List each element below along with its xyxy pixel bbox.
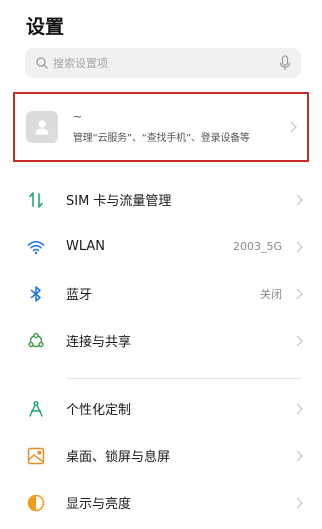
search-input[interactable] xyxy=(53,56,263,70)
display-brightness-icon xyxy=(27,494,45,512)
account-name: ~ xyxy=(73,109,83,123)
settings-item-sim-data[interactable]: SIM 卡与流量管理 xyxy=(0,176,322,223)
home-lockscreen-icon xyxy=(27,447,45,465)
settings-item-label: 桌面、锁屏与息屏 xyxy=(66,450,171,465)
settings-list: SIM 卡与流量管理 WLAN 2003_5G 蓝牙 关闭 连接与共享 个性化定… xyxy=(0,176,322,526)
settings-item-wlan[interactable]: WLAN 2003_5G xyxy=(0,223,322,270)
avatar xyxy=(26,111,58,143)
settings-item-home-lockscreen[interactable]: 桌面、锁屏与息屏 xyxy=(0,432,322,479)
connection-share-icon xyxy=(27,332,45,350)
settings-item-display-brightness[interactable]: 显示与亮度 xyxy=(0,479,322,526)
settings-item-label: WLAN xyxy=(66,239,106,254)
microphone-icon[interactable] xyxy=(279,55,291,71)
settings-item-personalization[interactable]: 个性化定制 xyxy=(0,385,322,432)
settings-item-label: 连接与共享 xyxy=(66,335,132,350)
search-bar[interactable] xyxy=(25,48,301,78)
chevron-right-icon xyxy=(296,450,303,462)
chevron-right-icon xyxy=(296,335,303,347)
settings-item-value: 2003_5G xyxy=(232,240,282,253)
search-icon xyxy=(36,57,48,69)
personalization-icon xyxy=(27,400,45,418)
settings-item-value: 关闭 xyxy=(260,287,282,301)
settings-item-label: 显示与亮度 xyxy=(66,497,132,512)
settings-item-label: 个性化定制 xyxy=(66,403,132,418)
bluetooth-icon xyxy=(27,285,45,303)
section-divider xyxy=(66,378,302,379)
account-card[interactable]: ~ 管理“云服务”、“查找手机”、登录设备等 xyxy=(13,92,309,162)
chevron-right-icon xyxy=(296,497,303,509)
chevron-right-icon xyxy=(296,194,303,206)
chevron-right-icon xyxy=(296,241,303,253)
user-avatar-icon xyxy=(35,120,49,135)
settings-item-bluetooth[interactable]: 蓝牙 关闭 xyxy=(0,270,322,317)
account-description: 管理“云服务”、“查找手机”、登录设备等 xyxy=(73,132,250,144)
settings-item-connection-share[interactable]: 连接与共享 xyxy=(0,317,322,364)
chevron-right-icon xyxy=(296,288,303,300)
page-title: 设置 xyxy=(26,16,65,38)
settings-item-label: 蓝牙 xyxy=(66,288,93,303)
sim-data-icon xyxy=(27,191,45,209)
chevron-right-icon xyxy=(290,121,297,133)
wifi-icon xyxy=(27,238,45,256)
chevron-right-icon xyxy=(296,403,303,415)
settings-item-label: SIM 卡与流量管理 xyxy=(66,194,172,209)
section-divider-block xyxy=(0,364,322,385)
